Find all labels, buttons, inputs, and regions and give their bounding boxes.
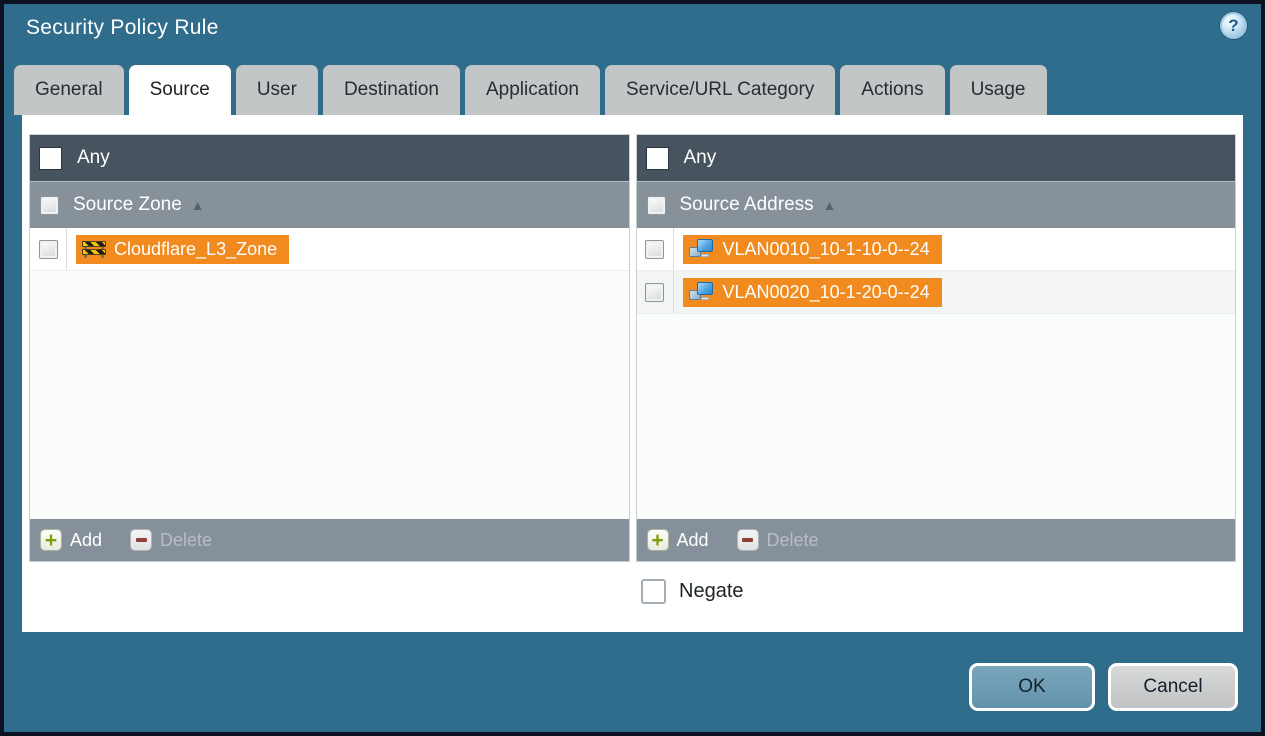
source-address-column-header[interactable]: Source Address ▲ — [636, 181, 1235, 228]
address-name: VLAN0020_10-1-20-0--24 — [722, 281, 930, 302]
row-checkbox[interactable] — [38, 239, 58, 259]
negate-row: Negate — [641, 579, 1243, 604]
source-address-toolbar: + Add Delete — [636, 519, 1235, 561]
zone-name: Cloudflare_L3_Zone — [114, 238, 278, 259]
tab-actions[interactable]: Actions — [840, 65, 945, 115]
negate-checkbox[interactable] — [641, 579, 666, 604]
source-tab-content: Any Source Zone ▲ Cloudflare_L3_Zone + A… — [22, 115, 1243, 632]
address-tag[interactable]: VLAN0020_10-1-20-0--24 — [682, 277, 942, 307]
table-row[interactable]: VLAN0020_10-1-20-0--24 — [636, 271, 1235, 314]
sort-asc-icon: ▲ — [822, 197, 837, 213]
source-address-select-all-checkbox[interactable] — [646, 195, 666, 215]
table-row[interactable]: VLAN0010_10-1-10-0--24 — [636, 228, 1235, 271]
source-address-column-label: Source Address — [679, 194, 814, 215]
address-icon — [688, 239, 715, 259]
source-zone-toolbar: + Add Delete — [30, 519, 629, 561]
security-policy-rule-dialog: Security Policy Rule ? General Source Us… — [0, 0, 1265, 736]
source-zone-any-header: Any — [30, 135, 629, 181]
cancel-button[interactable]: Cancel — [1108, 663, 1238, 711]
minus-icon — [736, 529, 759, 551]
add-zone-button[interactable]: + Add — [40, 529, 102, 551]
tab-usage[interactable]: Usage — [949, 65, 1047, 115]
zone-tag[interactable]: Cloudflare_L3_Zone — [76, 234, 290, 264]
address-name: VLAN0010_10-1-10-0--24 — [722, 238, 930, 259]
table-row[interactable]: Cloudflare_L3_Zone — [30, 228, 629, 271]
tab-application[interactable]: Application — [465, 65, 600, 115]
minus-icon — [130, 529, 153, 551]
source-zone-any-label: Any — [77, 147, 110, 168]
source-address-any-label: Any — [683, 147, 717, 168]
address-icon — [688, 282, 715, 302]
source-address-list: VLAN0010_10-1-10-0--24 VLAN0020_10-1-20-… — [636, 228, 1235, 519]
zone-icon — [82, 240, 106, 258]
source-zone-any-checkbox[interactable] — [39, 146, 62, 170]
ok-button[interactable]: OK — [969, 663, 1095, 711]
plus-icon: + — [646, 529, 669, 551]
source-address-panel: Any Source Address ▲ VLAN0010_10-1-10-0-… — [635, 134, 1236, 562]
source-zone-panel: Any Source Zone ▲ Cloudflare_L3_Zone + A… — [29, 134, 630, 562]
tab-bar: General Source User Destination Applicat… — [14, 65, 1047, 115]
source-address-any-checkbox[interactable] — [645, 146, 669, 170]
source-zone-column-label: Source Zone — [73, 194, 182, 215]
delete-address-button[interactable]: Delete — [736, 529, 819, 551]
tab-source[interactable]: Source — [128, 65, 231, 115]
add-address-button[interactable]: + Add — [646, 529, 709, 551]
plus-icon: + — [40, 529, 62, 551]
dialog-title: Security Policy Rule — [26, 16, 219, 39]
help-icon[interactable]: ? — [1220, 12, 1247, 39]
row-checkbox[interactable] — [645, 282, 664, 302]
dialog-actions: OK Cancel — [969, 663, 1238, 711]
source-zone-column-header[interactable]: Source Zone ▲ — [30, 181, 629, 228]
tab-service-url-category[interactable]: Service/URL Category — [604, 65, 836, 115]
source-address-any-header: Any — [636, 135, 1235, 181]
row-checkbox[interactable] — [645, 239, 664, 259]
source-zone-list: Cloudflare_L3_Zone — [30, 228, 629, 519]
delete-zone-button[interactable]: Delete — [130, 529, 212, 551]
tab-destination[interactable]: Destination — [322, 65, 460, 115]
source-zone-select-all-checkbox[interactable] — [40, 195, 59, 215]
tab-general[interactable]: General — [14, 65, 124, 115]
negate-label: Negate — [679, 580, 744, 602]
address-tag[interactable]: VLAN0010_10-1-10-0--24 — [682, 234, 942, 264]
sort-asc-icon: ▲ — [190, 197, 205, 213]
tab-user[interactable]: User — [235, 65, 318, 115]
